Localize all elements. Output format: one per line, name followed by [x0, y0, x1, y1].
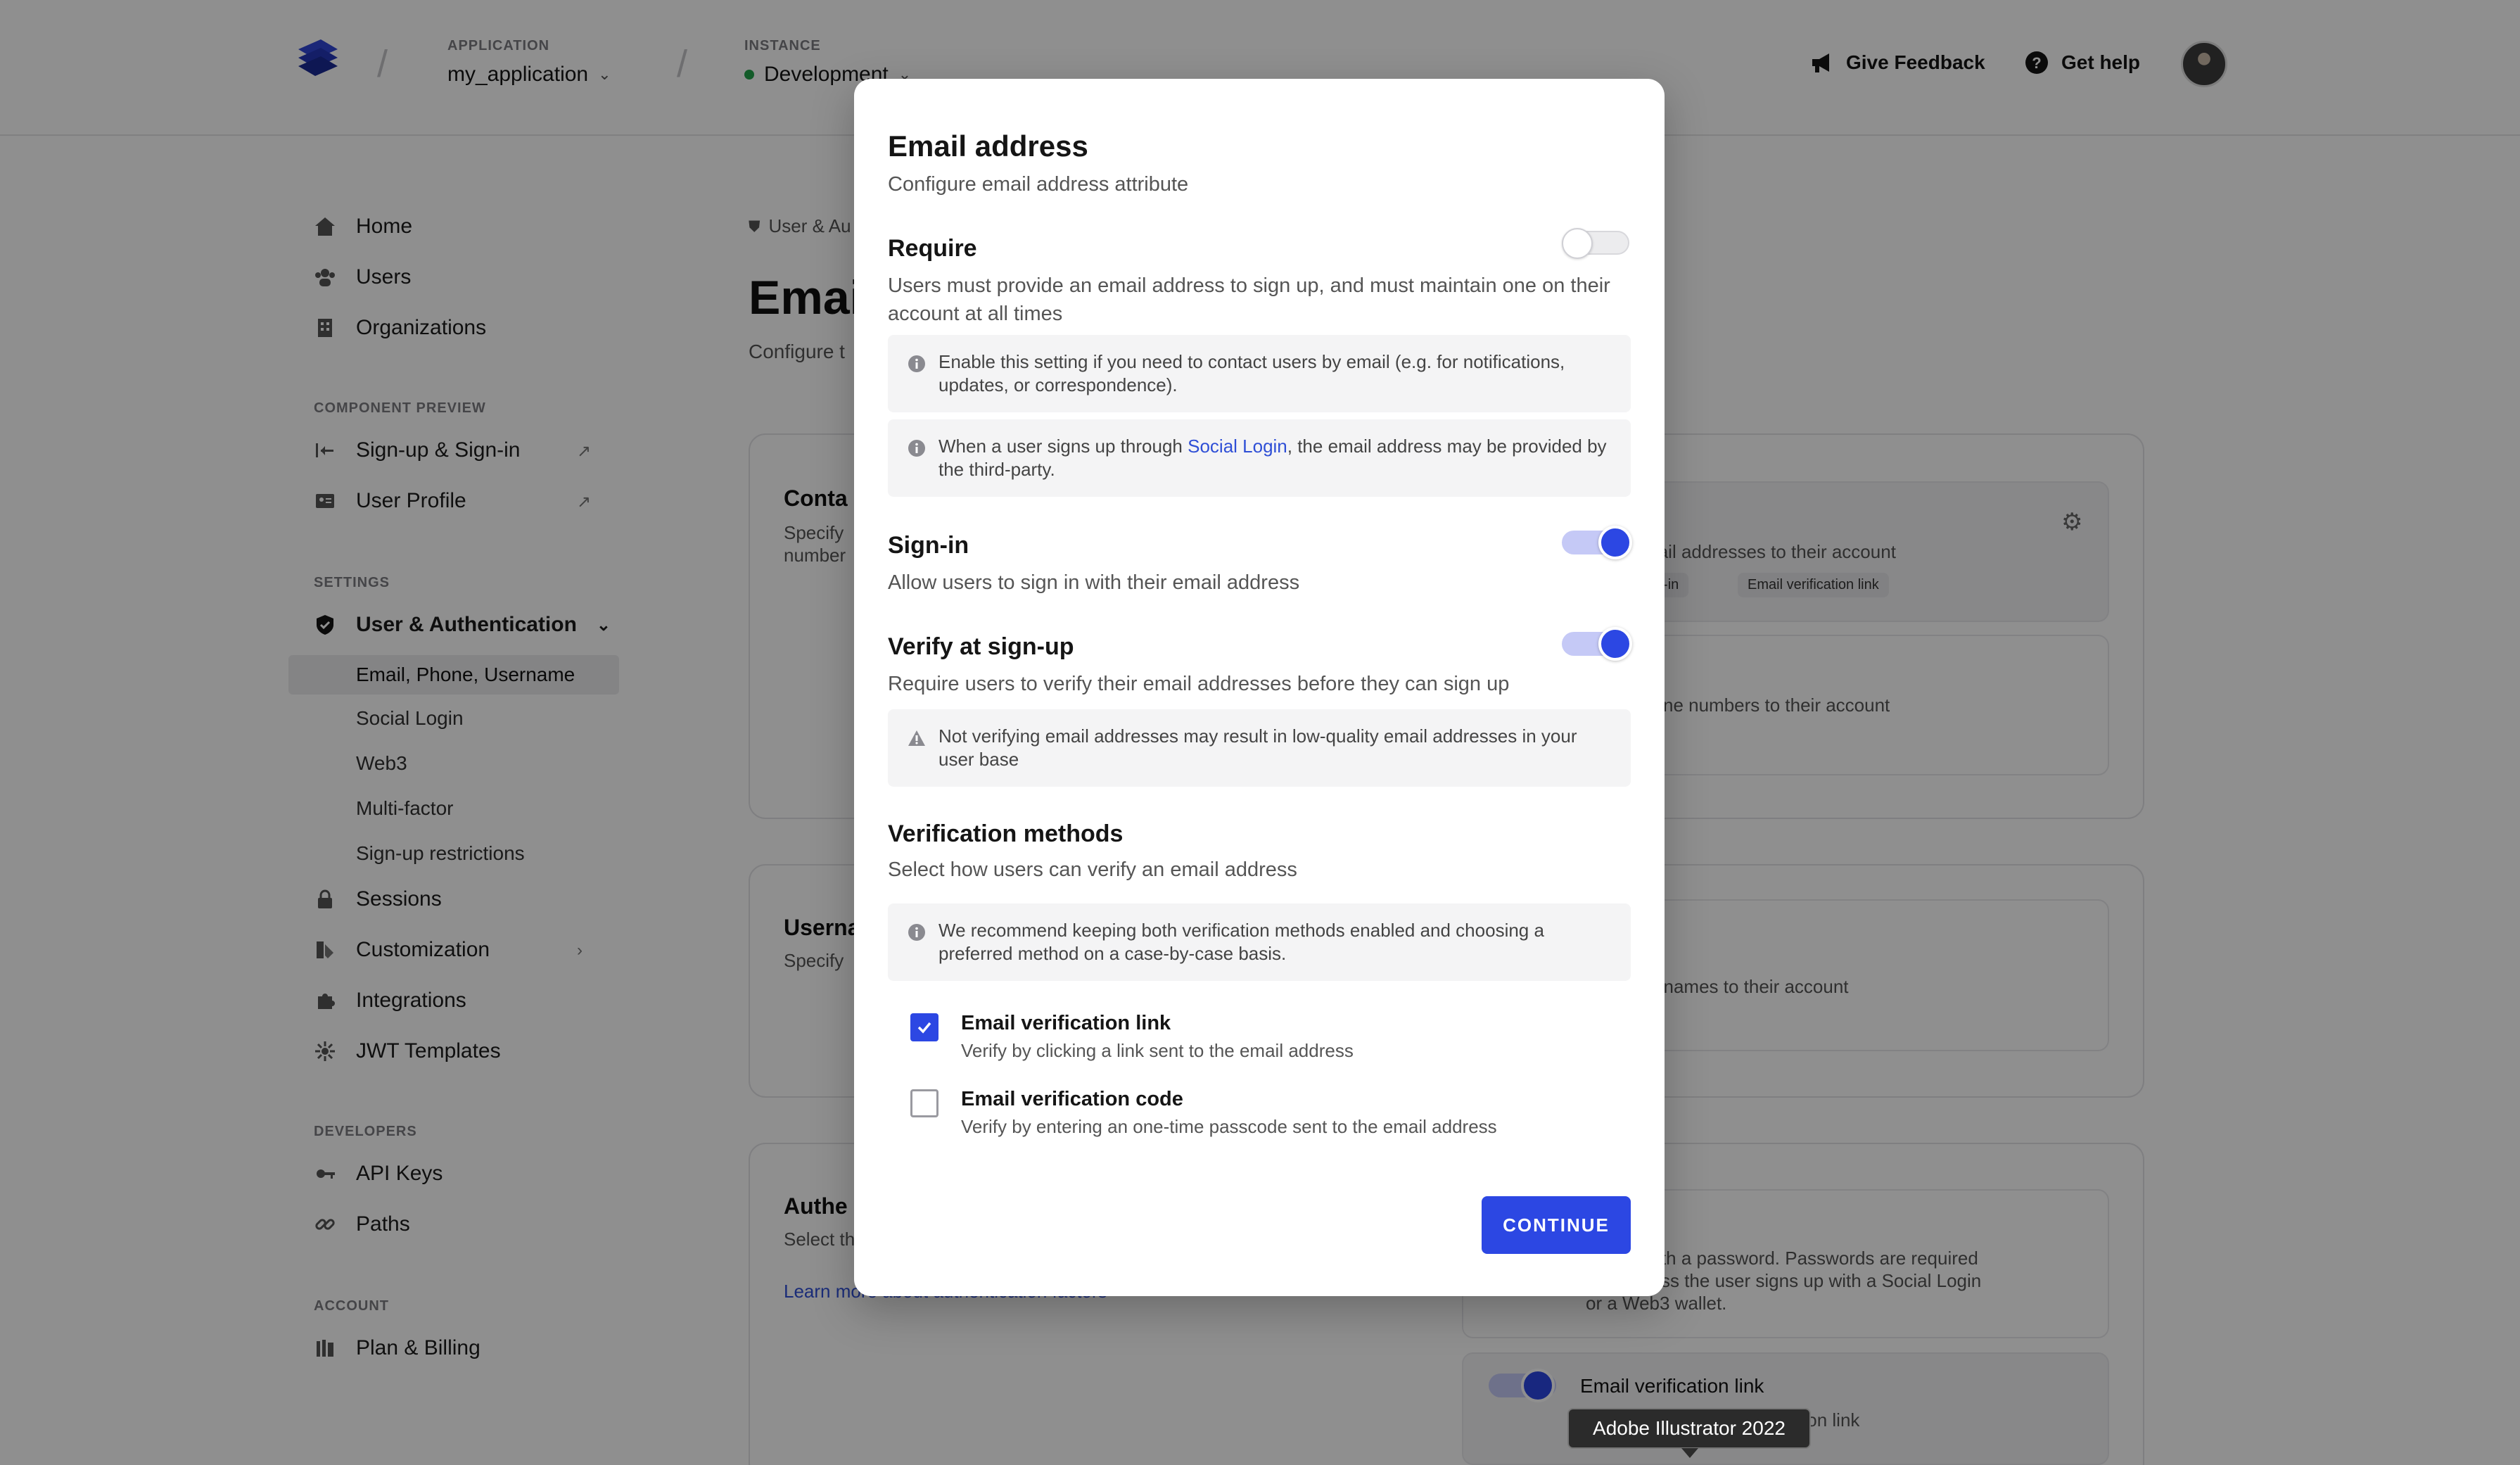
note-text: When a user signs up through — [938, 436, 1188, 457]
verification-methods-title: Verification methods — [888, 820, 1124, 847]
verify-description: Require users to verify their email addr… — [888, 673, 1510, 695]
tooltip-arrow — [1681, 1448, 1698, 1458]
require-toggle[interactable] — [1562, 228, 1629, 259]
info-icon — [908, 355, 925, 372]
verify-toggle[interactable] — [1562, 627, 1632, 661]
verify-title: Verify at sign-up — [888, 633, 1074, 660]
warning-icon — [908, 730, 925, 746]
toggle-knob — [1598, 627, 1632, 661]
info-icon — [908, 440, 925, 457]
require-description: Users must provide an email address to s… — [888, 274, 1610, 325]
email-verification-code-title: Email verification code — [961, 1088, 1183, 1110]
email-address-modal: Email address Configure email address at… — [854, 79, 1665, 1296]
note-text: We recommend keeping both verification m… — [938, 920, 1544, 964]
tooltip: Adobe Illustrator 2022 — [1567, 1408, 1811, 1449]
verify-warning-note: Not verifying email addresses may result… — [888, 709, 1631, 787]
signin-title: Sign-in — [888, 532, 969, 559]
email-verification-link-checkbox[interactable] — [910, 1013, 938, 1041]
checkmark-icon — [917, 1022, 931, 1034]
note-text: Not verifying email addresses may result… — [938, 725, 1577, 770]
toggle-knob — [1562, 228, 1593, 259]
verification-methods-info-note: We recommend keeping both verification m… — [888, 903, 1631, 981]
modal-title: Email address — [888, 129, 1088, 163]
email-verification-code-description: Verify by entering an one-time passcode … — [961, 1116, 1497, 1137]
email-verification-link-title: Email verification link — [961, 1012, 1171, 1034]
social-login-info-note: When a user signs up through Social Logi… — [888, 419, 1631, 497]
signin-toggle[interactable] — [1562, 526, 1632, 559]
modal-subtitle: Configure email address attribute — [888, 173, 1189, 196]
note-text: Enable this setting if you need to conta… — [938, 351, 1565, 395]
info-icon — [908, 924, 925, 941]
email-verification-link-description: Verify by clicking a link sent to the em… — [961, 1040, 1354, 1061]
continue-button[interactable]: CONTINUE — [1482, 1196, 1631, 1254]
email-verification-code-checkbox[interactable] — [910, 1089, 938, 1117]
verification-methods-description: Select how users can verify an email add… — [888, 858, 1297, 881]
social-login-link[interactable]: Social Login — [1188, 436, 1287, 457]
require-info-note: Enable this setting if you need to conta… — [888, 335, 1631, 412]
toggle-knob — [1598, 526, 1632, 559]
require-title: Require — [888, 235, 977, 262]
signin-description: Allow users to sign in with their email … — [888, 571, 1300, 594]
